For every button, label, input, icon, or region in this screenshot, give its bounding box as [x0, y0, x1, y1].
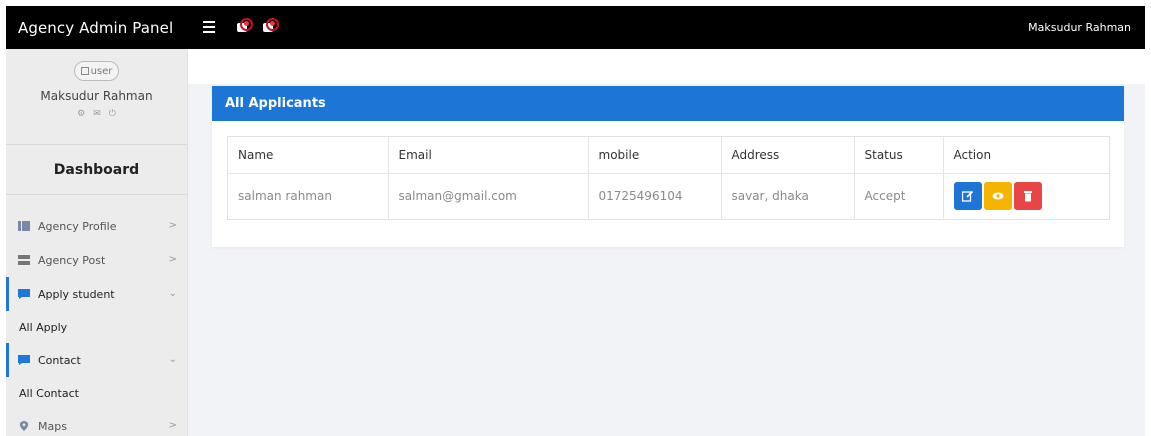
column-header-mobile[interactable]: mobile: [588, 137, 722, 174]
sidebar-item-maps[interactable]: Maps >: [6, 409, 187, 436]
applicants-card: All Applicants Name Email mobile Address…: [212, 86, 1124, 247]
column-header-action: Action: [943, 137, 1109, 174]
chevron-down-icon: ⌄: [168, 354, 177, 365]
sidebar: user Maksudur Rahman ⚙ ✉ ⏻ Dashboard Age…: [6, 49, 188, 436]
cell-actions: [943, 173, 1109, 219]
map-marker-icon: [19, 421, 29, 431]
sidebar-menu: Agency Profile > Agency Post > Apply stu…: [6, 195, 187, 436]
content-header-strip: [188, 49, 1145, 84]
edit-button[interactable]: [953, 182, 982, 211]
table-row: salman rahman salman@gmail.com 017254961…: [228, 173, 1109, 219]
user-panel: user Maksudur Rahman ⚙ ✉ ⏻: [6, 49, 187, 145]
comment-icon: [18, 289, 30, 299]
submenu-item-all-apply[interactable]: All Apply: [6, 311, 187, 343]
cell-mobile: 01725496104: [588, 173, 722, 219]
view-button[interactable]: [983, 182, 1012, 211]
column-header-address[interactable]: Address: [721, 137, 855, 174]
sidebar-item-apply-student[interactable]: Apply student ⌄: [6, 277, 187, 311]
chevron-right-icon: >: [168, 254, 177, 265]
card-title: All Applicants: [212, 86, 1124, 121]
menu-icon[interactable]: [203, 18, 217, 36]
sidebar-item-label: Apply student: [38, 287, 115, 301]
sidebar-item-label: Agency Profile: [38, 219, 117, 233]
trash-icon: [1023, 191, 1032, 202]
applicants-table: Name Email mobile Address Status Action …: [227, 136, 1110, 220]
user-menu[interactable]: Maksudur Rahman: [1028, 6, 1131, 49]
user-actions: ⚙ ✉ ⏻: [6, 109, 187, 119]
sidebar-item-contact[interactable]: Contact ⌄: [6, 343, 187, 377]
power-icon[interactable]: ⏻: [109, 109, 116, 119]
chevron-down-icon: ⌄: [168, 288, 177, 299]
avatar: user: [73, 61, 120, 81]
cell-status: Accept: [854, 173, 944, 219]
submenu-item-all-contact[interactable]: All Contact: [6, 377, 187, 409]
sidebar-item-label: Contact: [38, 353, 81, 367]
cell-email: salman@gmail.com: [388, 173, 589, 219]
edit-icon: [961, 191, 973, 202]
mail-notification-icon[interactable]: [261, 18, 281, 38]
chevron-right-icon: >: [168, 420, 177, 431]
sidebar-item-label: Maps: [38, 419, 67, 433]
flag-notification-icon[interactable]: [235, 18, 255, 38]
comment-icon: [18, 355, 30, 365]
cell-name: salman rahman: [228, 173, 389, 219]
sidebar-item-label: Agency Post: [38, 253, 106, 267]
column-header-name[interactable]: Name: [228, 137, 389, 174]
column-header-status[interactable]: Status: [854, 137, 944, 174]
sidebar-item-agency-post[interactable]: Agency Post >: [6, 243, 187, 277]
dashboard-heading[interactable]: Dashboard: [6, 145, 187, 195]
table-icon: [18, 221, 30, 231]
avatar-alt-text: user: [90, 65, 113, 77]
top-navbar: Agency Admin Panel Maksudur Rahman: [6, 6, 1145, 49]
app-frame: Agency Admin Panel Maksudur Rahman user …: [6, 6, 1145, 436]
envelope-icon[interactable]: ✉: [93, 109, 101, 119]
gear-icon[interactable]: ⚙: [77, 109, 85, 119]
column-header-email[interactable]: Email: [388, 137, 589, 174]
brand-title[interactable]: Agency Admin Panel: [6, 6, 187, 49]
chevron-right-icon: >: [168, 220, 177, 231]
server-icon: [18, 255, 30, 265]
table-header-row: Name Email mobile Address Status Action: [228, 137, 1109, 174]
sidebar-user-name: Maksudur Rahman: [40, 89, 153, 103]
sidebar-item-agency-profile[interactable]: Agency Profile >: [6, 209, 187, 243]
eye-icon: [992, 192, 1003, 200]
delete-button[interactable]: [1013, 182, 1042, 211]
cell-address: savar, dhaka: [721, 173, 855, 219]
